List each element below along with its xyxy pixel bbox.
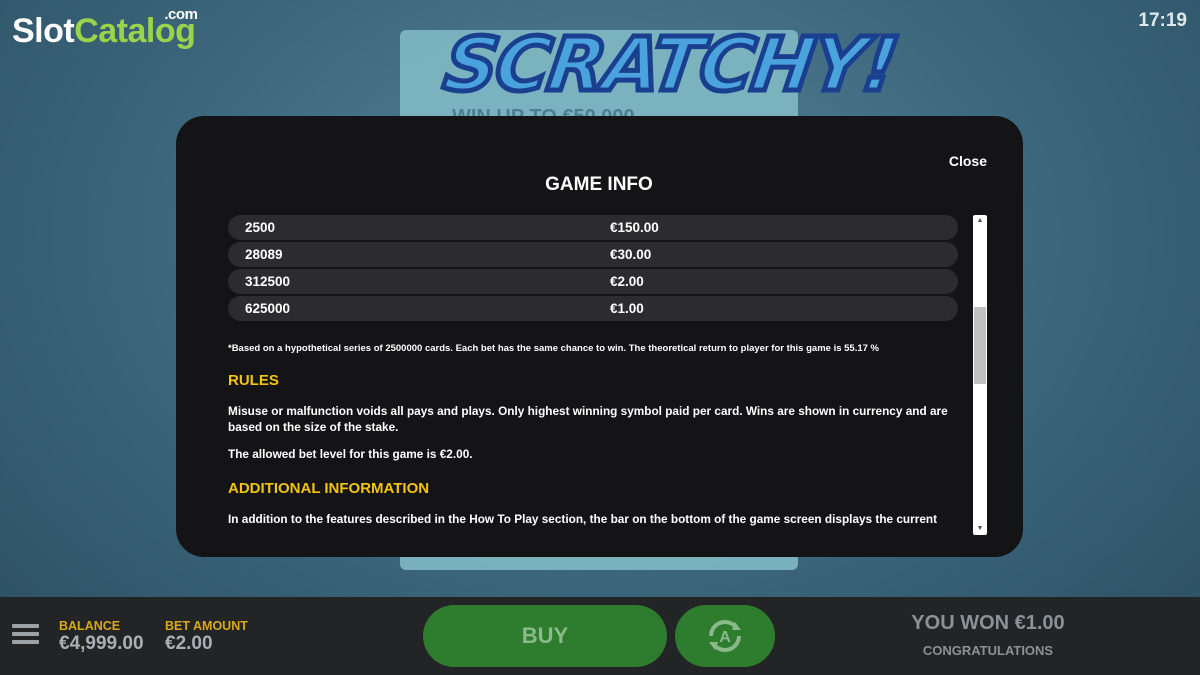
paytable-odds: 625000 (245, 301, 291, 316)
scroll-up-arrow-icon[interactable]: ▲ (973, 215, 987, 227)
site-watermark-logo: SlotCatalog .com (12, 6, 198, 51)
additional-info-text: In addition to the features described in… (228, 512, 938, 526)
clock: 17:19 (1138, 10, 1187, 31)
modal-scroll-content[interactable]: 2500 €150.00 28089 €30.00 312500 €2.00 6… (228, 215, 958, 535)
game-info-modal: Close GAME INFO 2500 €150.00 28089 €30.0… (176, 116, 1023, 557)
paytable-odds: 28089 (245, 247, 283, 262)
rtp-footnote: *Based on a hypothetical series of 25000… (228, 343, 879, 354)
brand-suffix: .com (164, 6, 198, 23)
rules-heading: RULES (228, 372, 279, 389)
paytable-row: 2500 €150.00 (228, 215, 958, 240)
bet-amount-value[interactable]: €2.00 (165, 633, 213, 655)
buy-button[interactable]: BUY (423, 605, 667, 667)
paytable-row: 28089 €30.00 (228, 242, 958, 267)
hamburger-menu-icon[interactable] (12, 624, 39, 646)
paytable-row: 625000 €1.00 (228, 296, 958, 321)
balance-label: BALANCE (59, 619, 121, 633)
additional-info-heading: ADDITIONAL INFORMATION (228, 480, 430, 497)
paytable-prize: €1.00 (610, 301, 644, 316)
congratulations-text: CONGRATULATIONS (922, 643, 1054, 658)
paytable-row: 312500 €2.00 (228, 269, 958, 294)
paytable-prize: €30.00 (610, 247, 652, 262)
buy-button-label: BUY (521, 623, 569, 648)
rules-text: Misuse or malfunction voids all pays and… (228, 404, 948, 434)
brand-part1: Slot (12, 12, 75, 50)
bet-level-text: The allowed bet level for this game is €… (228, 447, 473, 461)
game-logo: SCRATCHY! (436, 20, 904, 111)
paytable-prize: €150.00 (610, 220, 659, 235)
svg-text:A: A (719, 629, 731, 646)
paytable-prize: €2.00 (610, 274, 644, 289)
close-button[interactable]: Close (949, 153, 987, 169)
autoplay-icon: A (709, 620, 741, 652)
scroll-down-arrow-icon[interactable]: ▼ (973, 523, 987, 535)
scroll-thumb[interactable] (974, 307, 986, 384)
modal-title: GAME INFO (545, 174, 653, 195)
bottom-control-bar: BALANCE €4,999.00 BET AMOUNT €2.00 BUY A… (0, 597, 1200, 675)
autoplay-button[interactable]: A (675, 605, 775, 667)
modal-scrollbar[interactable]: ▲ ▼ (973, 215, 987, 535)
win-amount-text: YOU WON €1.00 (911, 612, 1065, 634)
paytable-odds: 2500 (245, 220, 276, 235)
balance-value: €4,999.00 (59, 633, 144, 654)
paytable-odds: 312500 (245, 274, 291, 289)
bet-amount-label: BET AMOUNT (165, 619, 248, 633)
